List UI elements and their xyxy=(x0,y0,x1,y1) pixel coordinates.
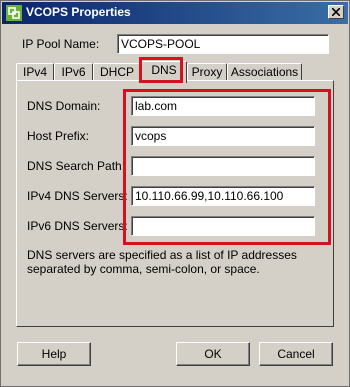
tab-ipv4[interactable]: IPv4 xyxy=(16,63,54,81)
close-icon xyxy=(332,8,340,16)
tab-label: Proxy xyxy=(191,65,223,79)
help-button[interactable]: Help xyxy=(17,342,91,366)
title-bar[interactable]: VCOPS Properties xyxy=(2,2,348,24)
vmware-icon xyxy=(6,5,22,21)
tab-label: IPv6 xyxy=(61,65,86,79)
ok-button[interactable]: OK xyxy=(176,342,250,366)
pool-name-label: IP Pool Name: xyxy=(22,37,100,51)
window-title: VCOPS Properties xyxy=(26,5,131,19)
tab-label: IPv4 xyxy=(22,65,47,79)
tab-label: DNS xyxy=(151,63,177,77)
tab-ipv6[interactable]: IPv6 xyxy=(54,63,93,81)
cancel-button[interactable]: Cancel xyxy=(259,342,333,366)
dns-panel xyxy=(16,80,334,327)
tab-dns[interactable]: DNS xyxy=(141,61,187,83)
tab-associations[interactable]: Associations xyxy=(227,63,302,81)
close-button[interactable] xyxy=(328,5,344,19)
tab-proxy[interactable]: Proxy xyxy=(187,63,227,81)
pool-name-input[interactable] xyxy=(117,34,329,54)
properties-dialog: VCOPS Properties IP Pool Name: IPv4 IPv6… xyxy=(0,0,350,387)
tab-label: DHCP xyxy=(99,65,134,79)
tab-label: Associations xyxy=(230,65,299,79)
tab-dhcp[interactable]: DHCP xyxy=(93,63,141,81)
